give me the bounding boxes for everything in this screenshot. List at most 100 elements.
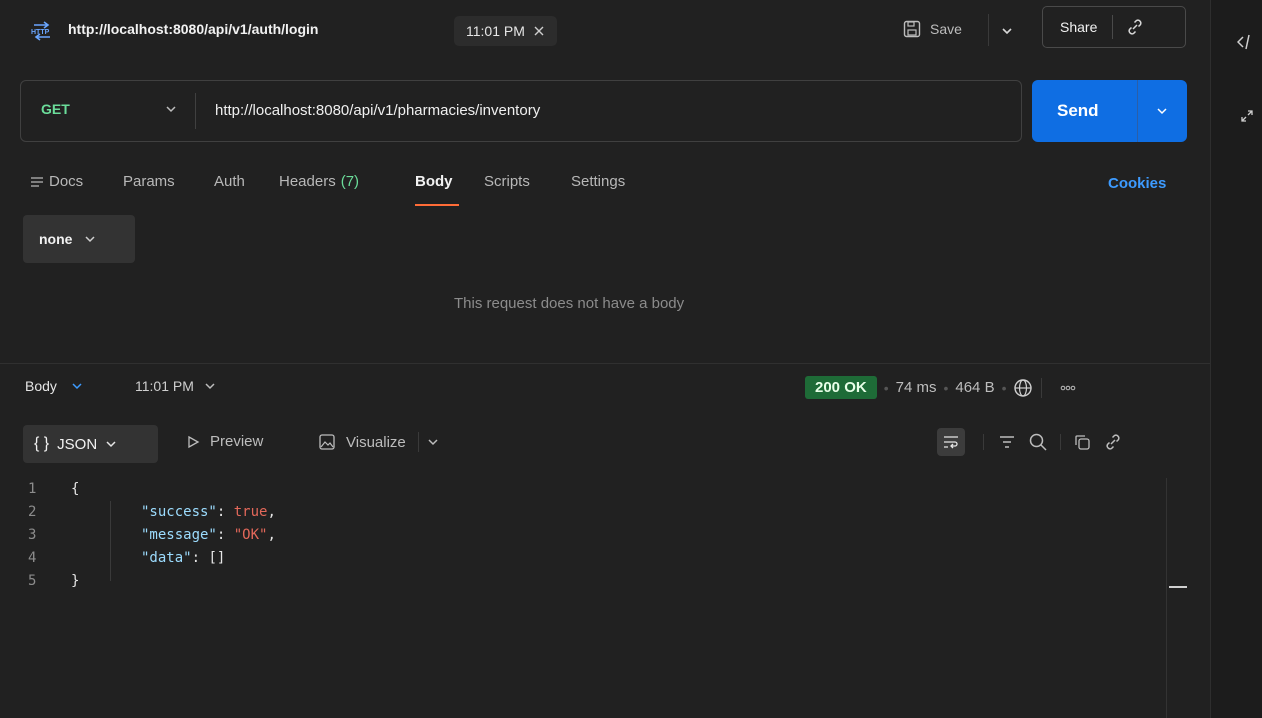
tab-time-pill[interactable]: 11:01 PM	[454, 16, 557, 46]
separator-dot: •	[1001, 379, 1007, 396]
link-icon[interactable]	[1103, 432, 1123, 452]
close-icon[interactable]	[533, 25, 545, 37]
tab-headers-label: Headers	[279, 173, 336, 190]
code-line: 2 "success": true,	[28, 504, 276, 520]
chevron-down-icon[interactable]	[427, 436, 439, 448]
tab-params[interactable]: Params	[123, 173, 175, 190]
json-braces-icon: { }	[34, 435, 50, 452]
url-input[interactable]: http://localhost:8080/api/v1/pharmacies/…	[215, 102, 540, 119]
search-icon[interactable]	[1028, 432, 1048, 452]
response-format-label: JSON	[57, 435, 98, 453]
save-label: Save	[930, 21, 962, 37]
json-key: "message"	[141, 527, 217, 543]
json-key: "data"	[141, 550, 192, 566]
separator-dot: •	[883, 379, 889, 396]
pane-divider[interactable]	[0, 363, 1210, 364]
visualize-button[interactable]: Visualize	[318, 432, 439, 452]
empty-body-message: This request does not have a body	[454, 295, 685, 312]
share-group: Share	[1042, 6, 1186, 48]
code-line: 5}	[28, 573, 80, 589]
docs-icon	[30, 176, 44, 188]
code-line: 1{	[28, 481, 80, 497]
scrollbar[interactable]	[1166, 478, 1188, 718]
request-bar: GET http://localhost:8080/api/v1/pharmac…	[20, 80, 1022, 142]
response-meta: 200 OK • 74 ms • 464 B •	[805, 376, 1076, 399]
colon: :	[216, 504, 234, 520]
response-time: 11:01 PM	[135, 378, 194, 394]
open-brace: {	[71, 481, 80, 497]
chevron-down-icon	[84, 233, 96, 245]
link-icon[interactable]	[1125, 17, 1145, 37]
divider	[1137, 80, 1138, 142]
json-value: true	[233, 504, 268, 520]
close-brace: }	[71, 573, 80, 589]
scrollbar-thumb[interactable]	[1169, 586, 1187, 588]
method-select[interactable]: GET	[41, 101, 177, 117]
divider	[1112, 15, 1114, 39]
response-tools	[937, 428, 1123, 456]
response-duration[interactable]: 74 ms	[896, 379, 937, 396]
svg-text:HTTP: HTTP	[31, 29, 50, 36]
image-icon	[318, 433, 336, 451]
chevron-down-icon	[71, 380, 83, 392]
body-type-select[interactable]: none	[23, 215, 135, 263]
colon: :	[216, 527, 234, 543]
tab-headers[interactable]: Headers (7)	[279, 173, 359, 190]
preview-label: Preview	[210, 433, 264, 450]
code-line: 4 "data": []	[28, 550, 226, 566]
play-icon	[186, 435, 200, 449]
response-format-select[interactable]: { } JSON	[23, 425, 158, 463]
tab-settings[interactable]: Settings	[571, 173, 625, 190]
save-icon	[902, 19, 922, 39]
chevron-down-icon	[165, 103, 177, 115]
http-icon: HTTP	[30, 20, 54, 42]
indent-guide	[110, 501, 111, 581]
body-type-label: none	[39, 231, 73, 247]
response-code-viewer[interactable]: 1{ 2 "success": true, 3 "message": "OK", 4…	[28, 478, 276, 593]
expand-icon[interactable]	[1239, 108, 1255, 124]
send-label: Send	[1057, 101, 1099, 120]
save-button[interactable]: Save	[902, 19, 962, 39]
send-button[interactable]: Send	[1032, 80, 1187, 142]
separator-dot: •	[943, 379, 949, 396]
method-label: GET	[41, 101, 70, 117]
divider	[1041, 377, 1043, 398]
json-value: []	[208, 550, 226, 566]
tab-docs[interactable]: Docs	[30, 173, 83, 190]
colon: :	[191, 550, 209, 566]
chevron-down-icon	[204, 380, 216, 392]
response-section-select[interactable]: Body	[25, 378, 83, 394]
copy-icon[interactable]	[1073, 433, 1091, 451]
comma: ,	[267, 527, 276, 543]
chevron-down-icon[interactable]	[1156, 105, 1168, 117]
tab-docs-label: Docs	[49, 173, 84, 190]
preview-button[interactable]: Preview	[186, 433, 263, 450]
more-icon[interactable]	[1060, 384, 1076, 392]
tab-body[interactable]: Body	[415, 173, 453, 190]
tab-auth[interactable]: Auth	[214, 173, 245, 190]
status-badge[interactable]: 200 OK	[805, 376, 877, 399]
json-key: "success"	[141, 504, 217, 520]
save-options-chevron-icon[interactable]	[1000, 24, 1014, 38]
globe-icon[interactable]	[1013, 378, 1033, 398]
filter-icon[interactable]	[998, 434, 1016, 450]
code-line: 3 "message": "OK",	[28, 527, 276, 543]
divider	[983, 434, 984, 450]
cookies-link[interactable]: Cookies	[1108, 175, 1166, 192]
share-button[interactable]: Share	[1060, 19, 1097, 35]
response-size[interactable]: 464 B	[955, 379, 994, 396]
response-section-label: Body	[25, 378, 57, 394]
json-value: "OK"	[233, 527, 268, 543]
tab-scripts[interactable]: Scripts	[484, 173, 530, 190]
tab-title[interactable]: http://localhost:8080/api/v1/auth/login	[68, 21, 318, 37]
divider	[1060, 434, 1061, 450]
headers-count: (7)	[340, 173, 360, 190]
right-sidebar	[1210, 0, 1262, 718]
divider	[195, 93, 196, 129]
divider	[988, 14, 989, 46]
response-history-select[interactable]: 11:01 PM	[135, 378, 216, 394]
wrap-icon[interactable]	[937, 428, 965, 456]
chevron-down-icon	[105, 438, 117, 450]
active-tab-indicator	[415, 204, 459, 206]
code-icon[interactable]	[1237, 34, 1257, 50]
